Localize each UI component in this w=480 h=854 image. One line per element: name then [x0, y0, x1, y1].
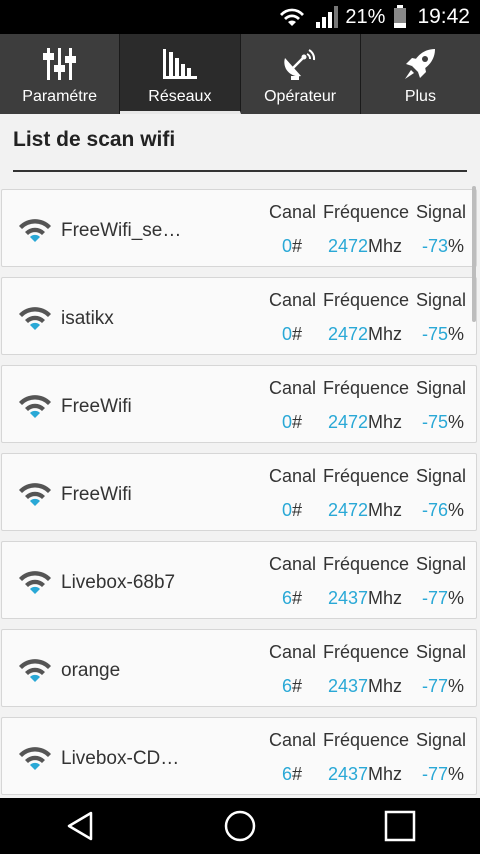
home-icon[interactable] [210, 798, 270, 854]
tab-label: Paramétre [22, 88, 97, 105]
list-item[interactable]: Livebox-CD… Canal Fréquence Signal 6# 24… [1, 717, 477, 795]
signal-header: Signal [416, 202, 467, 222]
signal-value: -73% [422, 236, 465, 256]
canal-header: Canal [269, 290, 317, 310]
signal-header: Signal [416, 554, 467, 574]
signal-header: Signal [416, 290, 467, 310]
frequence-header: Fréquence [323, 202, 410, 222]
ssid: FreeWifi [61, 484, 132, 505]
list-item[interactable]: orange Canal Fréquence Signal 6# 2437Mhz… [1, 629, 477, 707]
signal-value: -77% [422, 764, 465, 784]
recents-icon[interactable] [370, 798, 430, 854]
tab-label: Opérateur [264, 88, 337, 105]
frequence-value: 2437Mhz [328, 676, 403, 696]
tab-reseaux[interactable]: Réseaux [120, 34, 241, 114]
signal-header: Signal [416, 378, 467, 398]
frequence-value: 2472Mhz [328, 500, 403, 520]
signal-value: -77% [422, 676, 465, 696]
bar-chart-icon [162, 44, 198, 84]
wifi-signal-icon [16, 302, 54, 337]
navigation-bar [0, 798, 480, 854]
signal-value: -77% [422, 588, 465, 608]
canal-value: 6# [282, 676, 303, 696]
canal-header: Canal [269, 554, 317, 574]
signal-value: -76% [422, 500, 465, 520]
canal-value: 0# [282, 412, 303, 432]
status-bar: 21% 19:42 [0, 0, 480, 34]
wifi-icon [277, 6, 307, 28]
frequence-value: 2437Mhz [328, 588, 403, 608]
canal-header: Canal [269, 202, 317, 222]
wifi-signal-icon [16, 566, 54, 601]
canal-header: Canal [269, 730, 317, 750]
canal-value: 6# [282, 764, 303, 784]
tab-bar: Paramétre Réseaux Opérateur Plus [0, 34, 480, 114]
ssid: Livebox-68b7 [61, 572, 176, 593]
section-divider [13, 170, 467, 172]
canal-value: 0# [282, 500, 303, 520]
tab-plus[interactable]: Plus [360, 34, 480, 114]
canal-value: 0# [282, 324, 303, 344]
frequence-header: Fréquence [323, 378, 410, 398]
frequence-header: Fréquence [323, 642, 410, 662]
back-icon[interactable] [50, 798, 110, 854]
tab-parametre[interactable]: Paramétre [0, 34, 121, 114]
wifi-signal-icon [16, 742, 54, 777]
canal-value: 0# [282, 236, 303, 256]
section-title: List de scan wifi [13, 128, 176, 151]
frequence-header: Fréquence [323, 554, 410, 574]
tab-operateur[interactable]: Opérateur [240, 34, 361, 114]
frequence-value: 2472Mhz [328, 236, 403, 256]
wifi-signal-icon [16, 654, 54, 689]
signal-value: -75% [422, 412, 465, 432]
frequence-value: 2472Mhz [328, 324, 403, 344]
wifi-signal-icon [16, 214, 54, 249]
clock: 19:42 [417, 5, 470, 28]
rocket-icon [402, 44, 438, 84]
frequence-header: Fréquence [323, 290, 410, 310]
canal-header: Canal [269, 378, 317, 398]
scrollbar[interactable] [472, 186, 476, 322]
frequence-value: 2437Mhz [328, 764, 403, 784]
ssid: FreeWifi [61, 396, 132, 417]
ssid: orange [61, 660, 121, 681]
ssid: isatikx [61, 308, 114, 329]
frequence-value: 2472Mhz [328, 412, 403, 432]
list-item[interactable]: FreeWifi Canal Fréquence Signal 0# 2472M… [1, 453, 477, 531]
wifi-signal-icon [16, 390, 54, 425]
signal-header: Signal [416, 466, 467, 486]
battery-percent: 21% [345, 5, 386, 28]
frequence-header: Fréquence [323, 466, 410, 486]
battery-icon [393, 5, 407, 29]
ssid: FreeWifi_se… [61, 220, 182, 241]
sliders-icon [42, 44, 78, 84]
tab-label: Réseaux [148, 88, 212, 105]
canal-header: Canal [269, 642, 317, 662]
list-item[interactable]: FreeWifi_se… Canal Fréquence Signal 0# 2… [1, 189, 477, 267]
signal-icon [315, 5, 341, 29]
signal-value: -75% [422, 324, 465, 344]
list-item[interactable]: Livebox-68b7 Canal Fréquence Signal 6# 2… [1, 541, 477, 619]
tab-label: Plus [404, 88, 436, 105]
satellite-dish-icon [281, 44, 319, 84]
list-item[interactable]: FreeWifi Canal Fréquence Signal 0# 2472M… [1, 365, 477, 443]
frequence-header: Fréquence [323, 730, 410, 750]
signal-header: Signal [416, 642, 467, 662]
canal-header: Canal [269, 466, 317, 486]
canal-value: 6# [282, 588, 303, 608]
list-item[interactable]: isatikx Canal Fréquence Signal 0# 2472Mh… [1, 277, 477, 355]
ssid: Livebox-CD… [61, 748, 180, 769]
wifi-signal-icon [16, 478, 54, 513]
signal-header: Signal [416, 730, 467, 750]
